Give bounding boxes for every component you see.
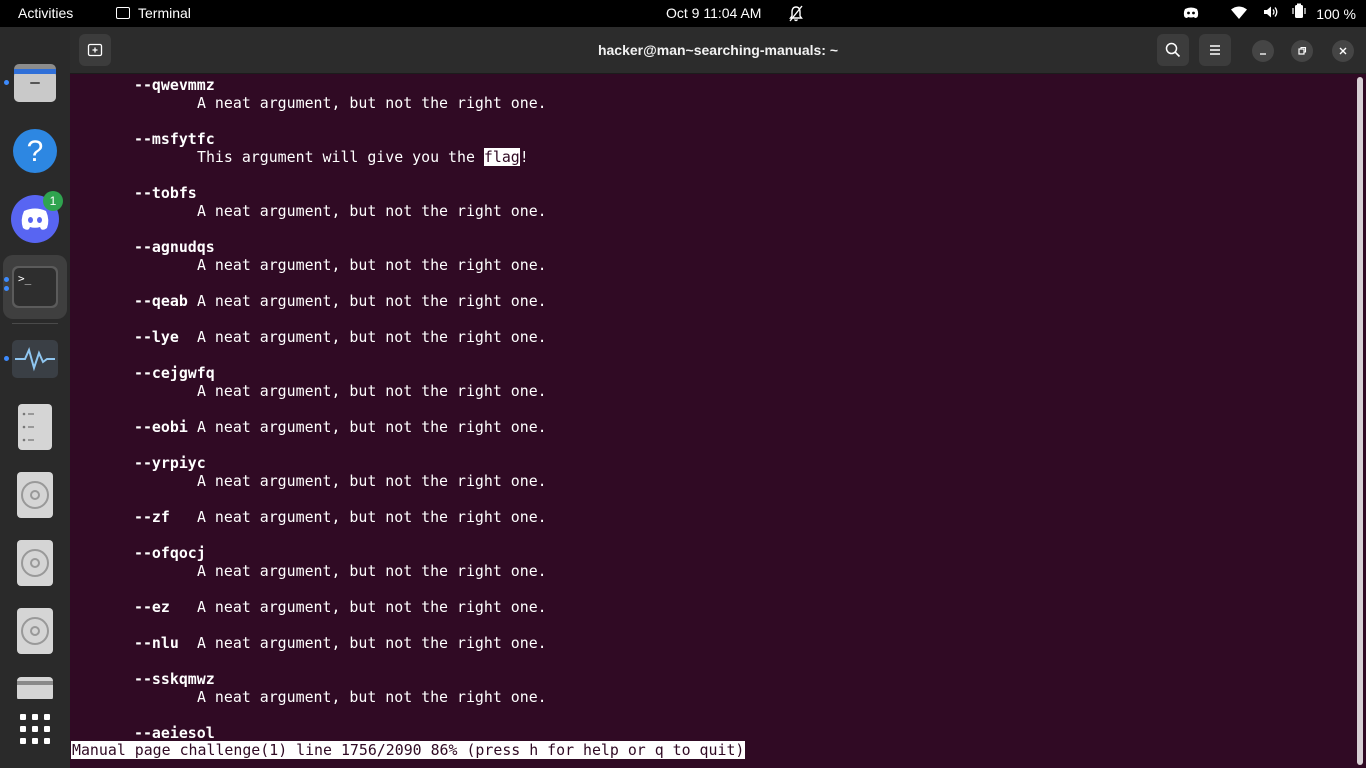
man-option: --ez: [134, 598, 170, 616]
dock-app-disc-3[interactable]: [11, 607, 59, 655]
minimize-button[interactable]: [1252, 40, 1274, 62]
man-description: A neat argument, but not the right one.: [197, 202, 547, 220]
pager-status-line: Manual page challenge(1) line 1756/2090 …: [71, 741, 746, 759]
running-indicator: [4, 80, 9, 85]
battery-icon[interactable]: [1292, 1, 1307, 28]
man-description: A neat argument, but not the right one.: [197, 256, 547, 274]
man-option: --msfytfc: [134, 130, 215, 148]
disc-icon: [17, 472, 53, 518]
man-option: --yrpiyc: [134, 454, 206, 472]
man-description: A neat argument, but not the right one.: [197, 382, 547, 400]
flag-line-suffix: !: [519, 148, 529, 166]
apps-grid-icon: [20, 714, 50, 744]
man-description: A neat argument, but not the right one.: [197, 508, 547, 526]
man-option: --agnudqs: [134, 238, 215, 256]
man-description: A neat argument, but not the right one.: [197, 472, 547, 490]
notifications-muted-icon[interactable]: [788, 0, 804, 27]
man-option: --qwevmmz: [134, 76, 215, 94]
disc-icon: [17, 608, 53, 654]
man-description: A neat argument, but not the right one.: [197, 292, 547, 310]
disc-icon: [17, 540, 53, 586]
terminal-icon: >_: [12, 266, 58, 308]
svg-text:?: ?: [27, 135, 44, 168]
man-description: A neat argument, but not the right one.: [197, 418, 547, 436]
battery-percent: 100 %: [1316, 5, 1356, 22]
search-button[interactable]: [1157, 34, 1189, 66]
man-option: --nlu: [134, 634, 179, 652]
show-apps-button[interactable]: [11, 707, 59, 751]
printer-icon: [17, 677, 53, 699]
man-description: A neat argument, but not the right one.: [197, 94, 547, 112]
system-tray[interactable]: 100 %: [1183, 0, 1356, 27]
man-description-flag: This argument will give you the flag!: [197, 148, 529, 166]
activities-button[interactable]: Activities: [18, 0, 73, 27]
dock-app-discord[interactable]: 1: [11, 191, 63, 243]
header-bar[interactable]: hacker@man~searching-manuals: ~: [70, 27, 1366, 74]
dock-app-printer[interactable]: [11, 675, 59, 699]
wifi-icon[interactable]: [1230, 1, 1247, 28]
man-option: --zf: [134, 508, 170, 526]
dock-app-drive[interactable]: [11, 403, 59, 451]
drive-icon: [18, 404, 52, 450]
man-option: --lye: [134, 328, 179, 346]
notification-badge: 1: [43, 191, 63, 211]
dock-app-help[interactable]: ?: [11, 127, 59, 175]
search-highlight: flag: [483, 148, 520, 166]
volume-icon[interactable]: [1263, 1, 1279, 28]
dock: ? 1 >_: [0, 27, 70, 768]
man-option: --ofqocj: [134, 544, 206, 562]
flag-line-prefix: This argument will give you the: [197, 148, 484, 166]
system-monitor-icon: [12, 340, 58, 378]
search-icon: [1165, 42, 1181, 58]
app-menu[interactable]: Terminal: [116, 0, 191, 27]
top-bar: Activities Terminal Oct 9 11:04 AM 100 %: [0, 0, 1366, 27]
help-icon: ?: [13, 129, 57, 173]
minimize-icon: [1260, 53, 1266, 55]
running-indicator: [4, 277, 9, 282]
close-icon: [1339, 47, 1347, 55]
running-indicator: [4, 356, 9, 361]
maximize-button[interactable]: [1291, 40, 1313, 62]
app-menu-label: Terminal: [138, 5, 191, 21]
folder-icon: [14, 64, 56, 102]
dock-app-system-monitor[interactable]: [11, 335, 59, 383]
new-tab-icon: [87, 43, 103, 57]
man-description: A neat argument, but not the right one.: [197, 598, 547, 616]
restore-icon: [1298, 46, 1307, 55]
hamburger-icon: [1210, 45, 1220, 55]
man-description: A neat argument, but not the right one.: [197, 328, 547, 346]
new-tab-button[interactable]: [79, 34, 111, 66]
dock-app-files[interactable]: [11, 59, 59, 107]
terminal-content[interactable]: --qwevmmz A neat argument, but not the r…: [70, 73, 1354, 768]
man-description: A neat argument, but not the right one.: [197, 688, 547, 706]
man-option: --eobi: [134, 418, 188, 436]
dock-separator: [12, 323, 58, 324]
dock-app-disc-1[interactable]: [11, 471, 59, 519]
man-option: --sskqmwz: [134, 670, 215, 688]
close-button[interactable]: [1332, 40, 1354, 62]
man-description: A neat argument, but not the right one.: [197, 634, 547, 652]
scrollbar[interactable]: [1357, 77, 1363, 765]
clock[interactable]: Oct 9 11:04 AM: [666, 0, 761, 27]
menu-button[interactable]: [1199, 34, 1231, 66]
terminal-window: hacker@man~searching-manuals: ~ --qwevmm…: [70, 27, 1366, 768]
man-option: --aeiesol: [134, 724, 215, 742]
dock-app-disc-2[interactable]: [11, 539, 59, 587]
man-option: --qeab: [134, 292, 188, 310]
man-option: --cejgwfq: [134, 364, 215, 382]
man-description: A neat argument, but not the right one.: [197, 562, 547, 580]
discord-tray-icon[interactable]: [1183, 1, 1199, 28]
terminal-small-icon: [116, 7, 130, 20]
svg-text:>_: >_: [18, 272, 32, 285]
man-option: --tobfs: [134, 184, 197, 202]
running-indicator: [4, 286, 9, 291]
dock-app-terminal[interactable]: >_: [11, 263, 59, 311]
